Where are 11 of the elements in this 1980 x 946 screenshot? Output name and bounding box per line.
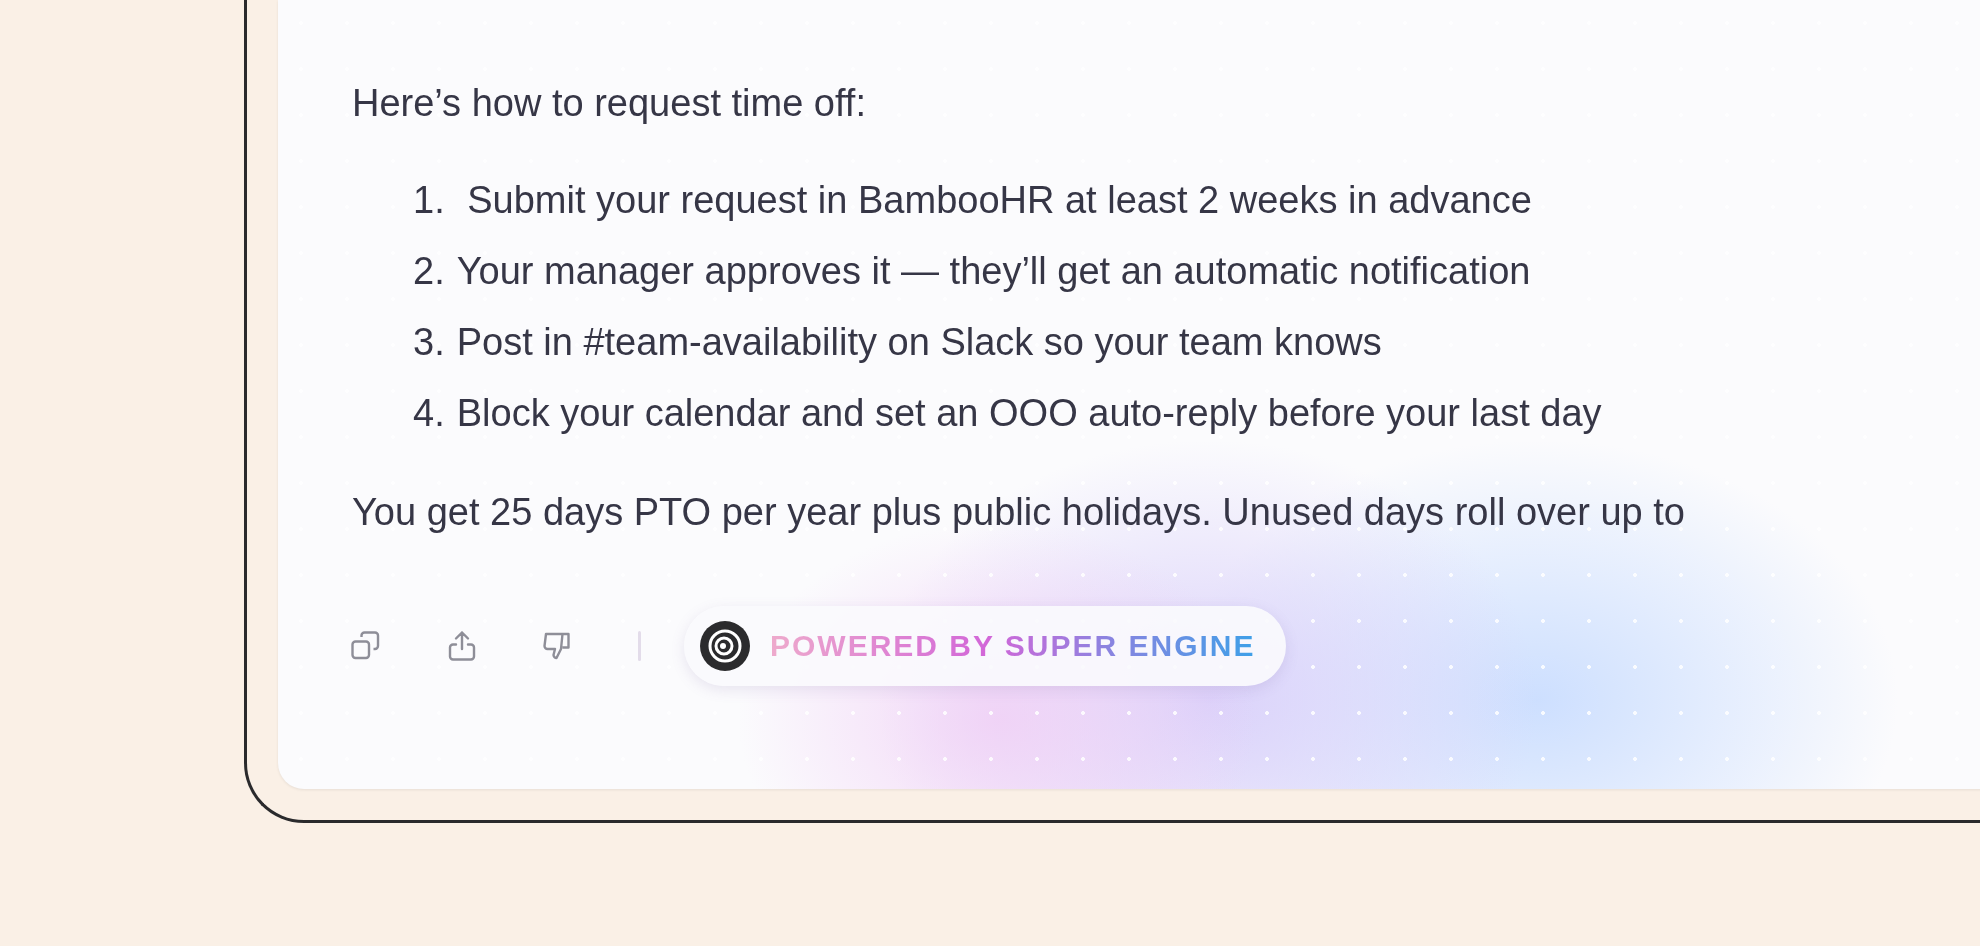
step-text: Block your calendar and set an OOO auto-reply before your last day [456,391,1602,436]
message-intro: Here’s how to request time off: [352,81,867,126]
step-number: 1. [413,178,445,223]
step-text: Your manager approves it — they’ll get an automatic notification [456,249,1531,294]
step-text: Post in #team-availability on Slack so your team knows [456,320,1382,365]
message-closing: You get 25 days PTO per year plus public holidays. Unused days roll over up to [352,490,1686,535]
step-number: 2. [413,249,445,294]
step-number: 4. [413,391,445,436]
step-number: 3. [413,320,445,365]
spiral-logo-icon [700,621,750,671]
step-text: Submit your request in BambooHR at least 2 weeks in advance [466,178,1532,223]
